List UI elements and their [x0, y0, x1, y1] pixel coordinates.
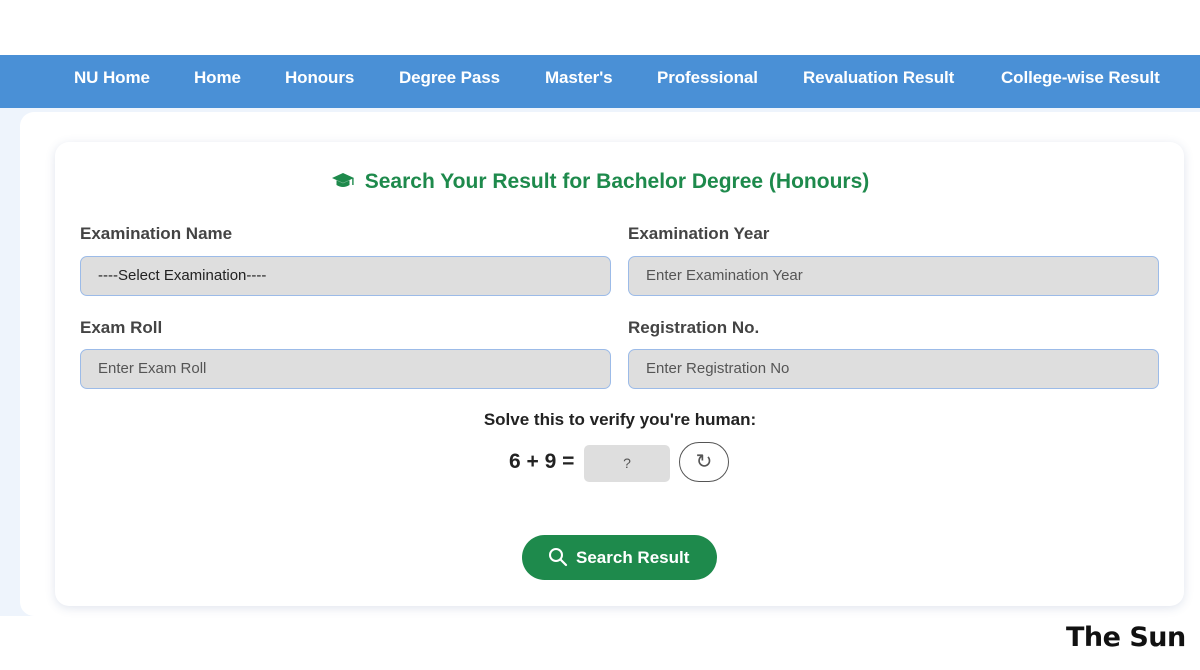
top-nav-bar: NU Home Home Honours Degree Pass Master'… — [0, 55, 1200, 108]
exam-roll-input[interactable]: Enter Exam Roll — [80, 349, 611, 389]
nav-item-degree-pass[interactable]: Degree Pass — [399, 55, 500, 108]
watermark-text: The Sun — [1066, 622, 1186, 653]
captcha-refresh-button[interactable]: ↻ — [679, 442, 729, 482]
search-icon — [549, 548, 568, 567]
nav-item-home[interactable]: Home — [194, 55, 241, 108]
search-result-button[interactable]: Search Result — [522, 535, 717, 580]
nav-item-masters[interactable]: Master's — [545, 55, 613, 108]
nav-item-revaluation-result[interactable]: Revaluation Result — [803, 55, 954, 108]
nav-item-college-wise-result[interactable]: College-wise Result — [1001, 55, 1160, 108]
exam-roll-label: Exam Roll — [80, 318, 163, 337]
exam-name-select[interactable]: ----Select Examination---- — [80, 256, 611, 296]
nav-item-honours[interactable]: Honours — [285, 55, 354, 108]
captcha-equation: 6 + 9 = — [509, 450, 575, 473]
form-title: Search Your Result for Bachelor Degree (… — [364, 170, 870, 193]
nav-item-nu-home[interactable]: NU Home — [74, 55, 150, 108]
registration-no-label: Registration No. — [628, 318, 760, 337]
form-heading: Search Your Result for Bachelor Degree (… — [0, 170, 1200, 198]
registration-no-input[interactable]: Enter Registration No — [628, 349, 1159, 389]
exam-year-input[interactable]: Enter Examination Year — [628, 256, 1159, 296]
captcha-answer-input[interactable]: ? — [584, 445, 670, 482]
graduation-cap-icon — [331, 173, 354, 187]
refresh-icon: ↻ — [695, 451, 713, 473]
page: NU Home Home Honours Degree Pass Master'… — [0, 0, 1200, 670]
exam-year-label: Examination Year — [628, 224, 770, 243]
captcha-prompt: Solve this to verify you're human: — [483, 410, 757, 429]
nav-item-professional[interactable]: Professional — [657, 55, 758, 108]
exam-name-label: Examination Name — [80, 224, 233, 243]
search-result-label: Search Result — [576, 548, 690, 567]
